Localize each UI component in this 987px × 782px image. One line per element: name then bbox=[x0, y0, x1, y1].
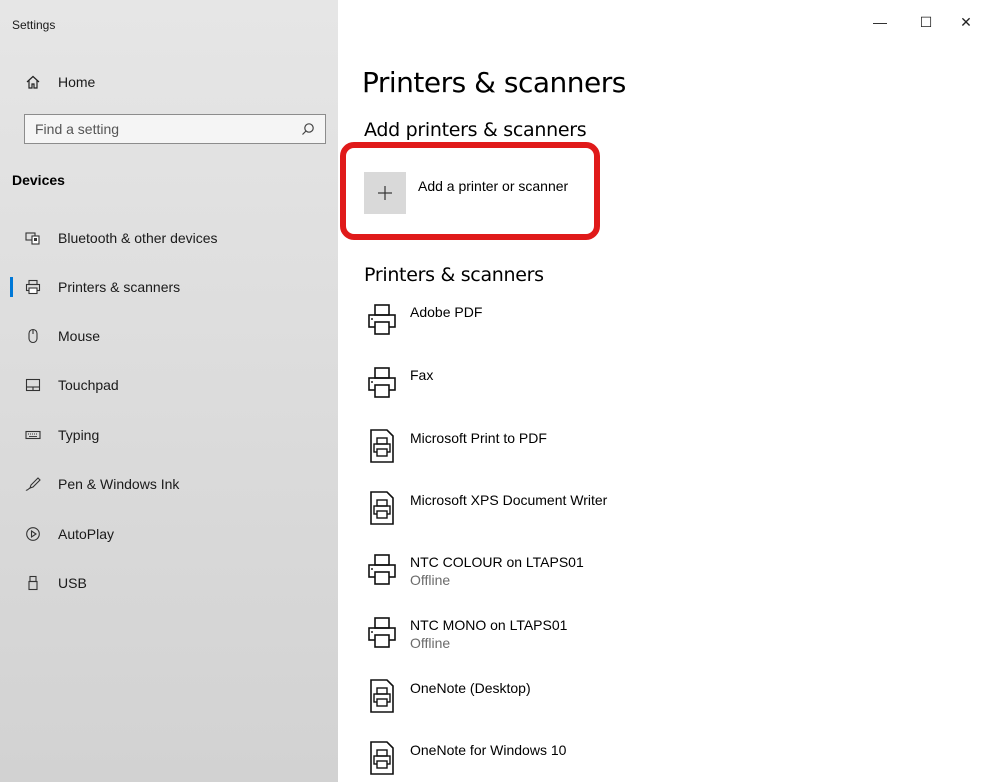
document-printer-icon bbox=[364, 488, 400, 528]
printer-name: Microsoft XPS Document Writer bbox=[410, 492, 608, 508]
sidebar-item-touchpad[interactable]: Touchpad bbox=[0, 365, 338, 405]
printer-icon bbox=[364, 363, 400, 403]
sidebar-item-usb[interactable]: USB bbox=[0, 563, 338, 603]
home-icon bbox=[24, 73, 42, 91]
sidebar-item-printers[interactable]: Printers & scanners bbox=[0, 267, 338, 307]
printer-name: OneNote for Windows 10 bbox=[410, 742, 567, 758]
printer-icon bbox=[24, 278, 42, 296]
sidebar-item-label: USB bbox=[58, 575, 87, 591]
minimize-button[interactable]: — bbox=[857, 8, 903, 36]
printer-status: Offline bbox=[410, 635, 451, 651]
sidebar-item-label: Bluetooth & other devices bbox=[58, 230, 218, 246]
search-icon[interactable] bbox=[301, 122, 315, 136]
add-printer-button[interactable]: Add a printer or scanner bbox=[364, 172, 568, 214]
printer-name: Fax bbox=[410, 367, 434, 383]
printers-list-heading: Printers & scanners bbox=[364, 264, 544, 286]
list-item[interactable]: NTC COLOUR on LTAPS01 Offline bbox=[364, 550, 584, 590]
sidebar: Settings Home Find a setting Devices Blu… bbox=[0, 0, 338, 782]
sidebar-item-pen[interactable]: Pen & Windows Ink bbox=[0, 464, 338, 504]
touchpad-icon bbox=[24, 376, 42, 394]
list-item[interactable]: NTC MONO on LTAPS01 Offline bbox=[364, 613, 567, 653]
printer-icon bbox=[364, 300, 400, 340]
pen-icon bbox=[24, 475, 42, 493]
list-item[interactable]: Fax bbox=[364, 363, 433, 403]
document-printer-icon bbox=[364, 426, 400, 466]
list-item[interactable]: OneNote (Desktop) bbox=[364, 676, 531, 716]
search-input[interactable]: Find a setting bbox=[24, 114, 326, 144]
mouse-icon bbox=[24, 327, 42, 345]
sidebar-item-label: Typing bbox=[58, 427, 100, 443]
search-placeholder: Find a setting bbox=[35, 121, 120, 137]
sidebar-item-label: Home bbox=[58, 74, 96, 90]
add-printers-heading: Add printers & scanners bbox=[364, 119, 587, 141]
add-printer-label: Add a printer or scanner bbox=[418, 178, 569, 194]
sidebar-item-label: Touchpad bbox=[58, 377, 119, 393]
list-item[interactable]: Microsoft XPS Document Writer bbox=[364, 488, 607, 528]
bluetooth-devices-icon bbox=[24, 229, 42, 247]
printer-icon bbox=[364, 613, 400, 653]
close-button[interactable]: ✕ bbox=[943, 8, 987, 36]
plus-icon bbox=[364, 172, 406, 214]
main-content: — ☐ ✕ Printers & scanners Add printers &… bbox=[338, 0, 987, 782]
sidebar-item-label: Printers & scanners bbox=[58, 279, 181, 295]
printer-name: NTC MONO on LTAPS01 bbox=[410, 617, 568, 633]
printer-name: Adobe PDF bbox=[410, 304, 483, 320]
list-item[interactable]: Microsoft Print to PDF bbox=[364, 426, 547, 466]
list-item[interactable]: Adobe PDF bbox=[364, 300, 482, 340]
document-printer-icon bbox=[364, 676, 400, 716]
list-item[interactable]: OneNote for Windows 10 bbox=[364, 738, 566, 778]
sidebar-item-typing[interactable]: Typing bbox=[0, 415, 338, 455]
printer-icon bbox=[364, 550, 400, 590]
sidebar-item-autoplay[interactable]: AutoPlay bbox=[0, 514, 338, 554]
sidebar-item-label: Pen & Windows Ink bbox=[58, 476, 180, 492]
sidebar-item-home[interactable]: Home bbox=[0, 62, 338, 102]
section-label-devices: Devices bbox=[12, 172, 65, 188]
sidebar-item-bluetooth[interactable]: Bluetooth & other devices bbox=[0, 218, 338, 258]
sidebar-item-label: AutoPlay bbox=[58, 526, 115, 542]
sidebar-item-label: Mouse bbox=[58, 328, 101, 344]
page-title: Printers & scanners bbox=[362, 66, 626, 99]
printer-name: OneNote (Desktop) bbox=[410, 680, 531, 696]
printer-name: NTC COLOUR on LTAPS01 bbox=[410, 554, 584, 570]
usb-icon bbox=[24, 574, 42, 592]
document-printer-icon bbox=[364, 738, 400, 778]
app-title: Settings bbox=[12, 18, 56, 32]
printer-name: Microsoft Print to PDF bbox=[410, 430, 547, 446]
printer-status: Offline bbox=[410, 572, 451, 588]
sidebar-item-mouse[interactable]: Mouse bbox=[0, 316, 338, 356]
autoplay-icon bbox=[24, 525, 42, 543]
keyboard-icon bbox=[24, 426, 42, 444]
